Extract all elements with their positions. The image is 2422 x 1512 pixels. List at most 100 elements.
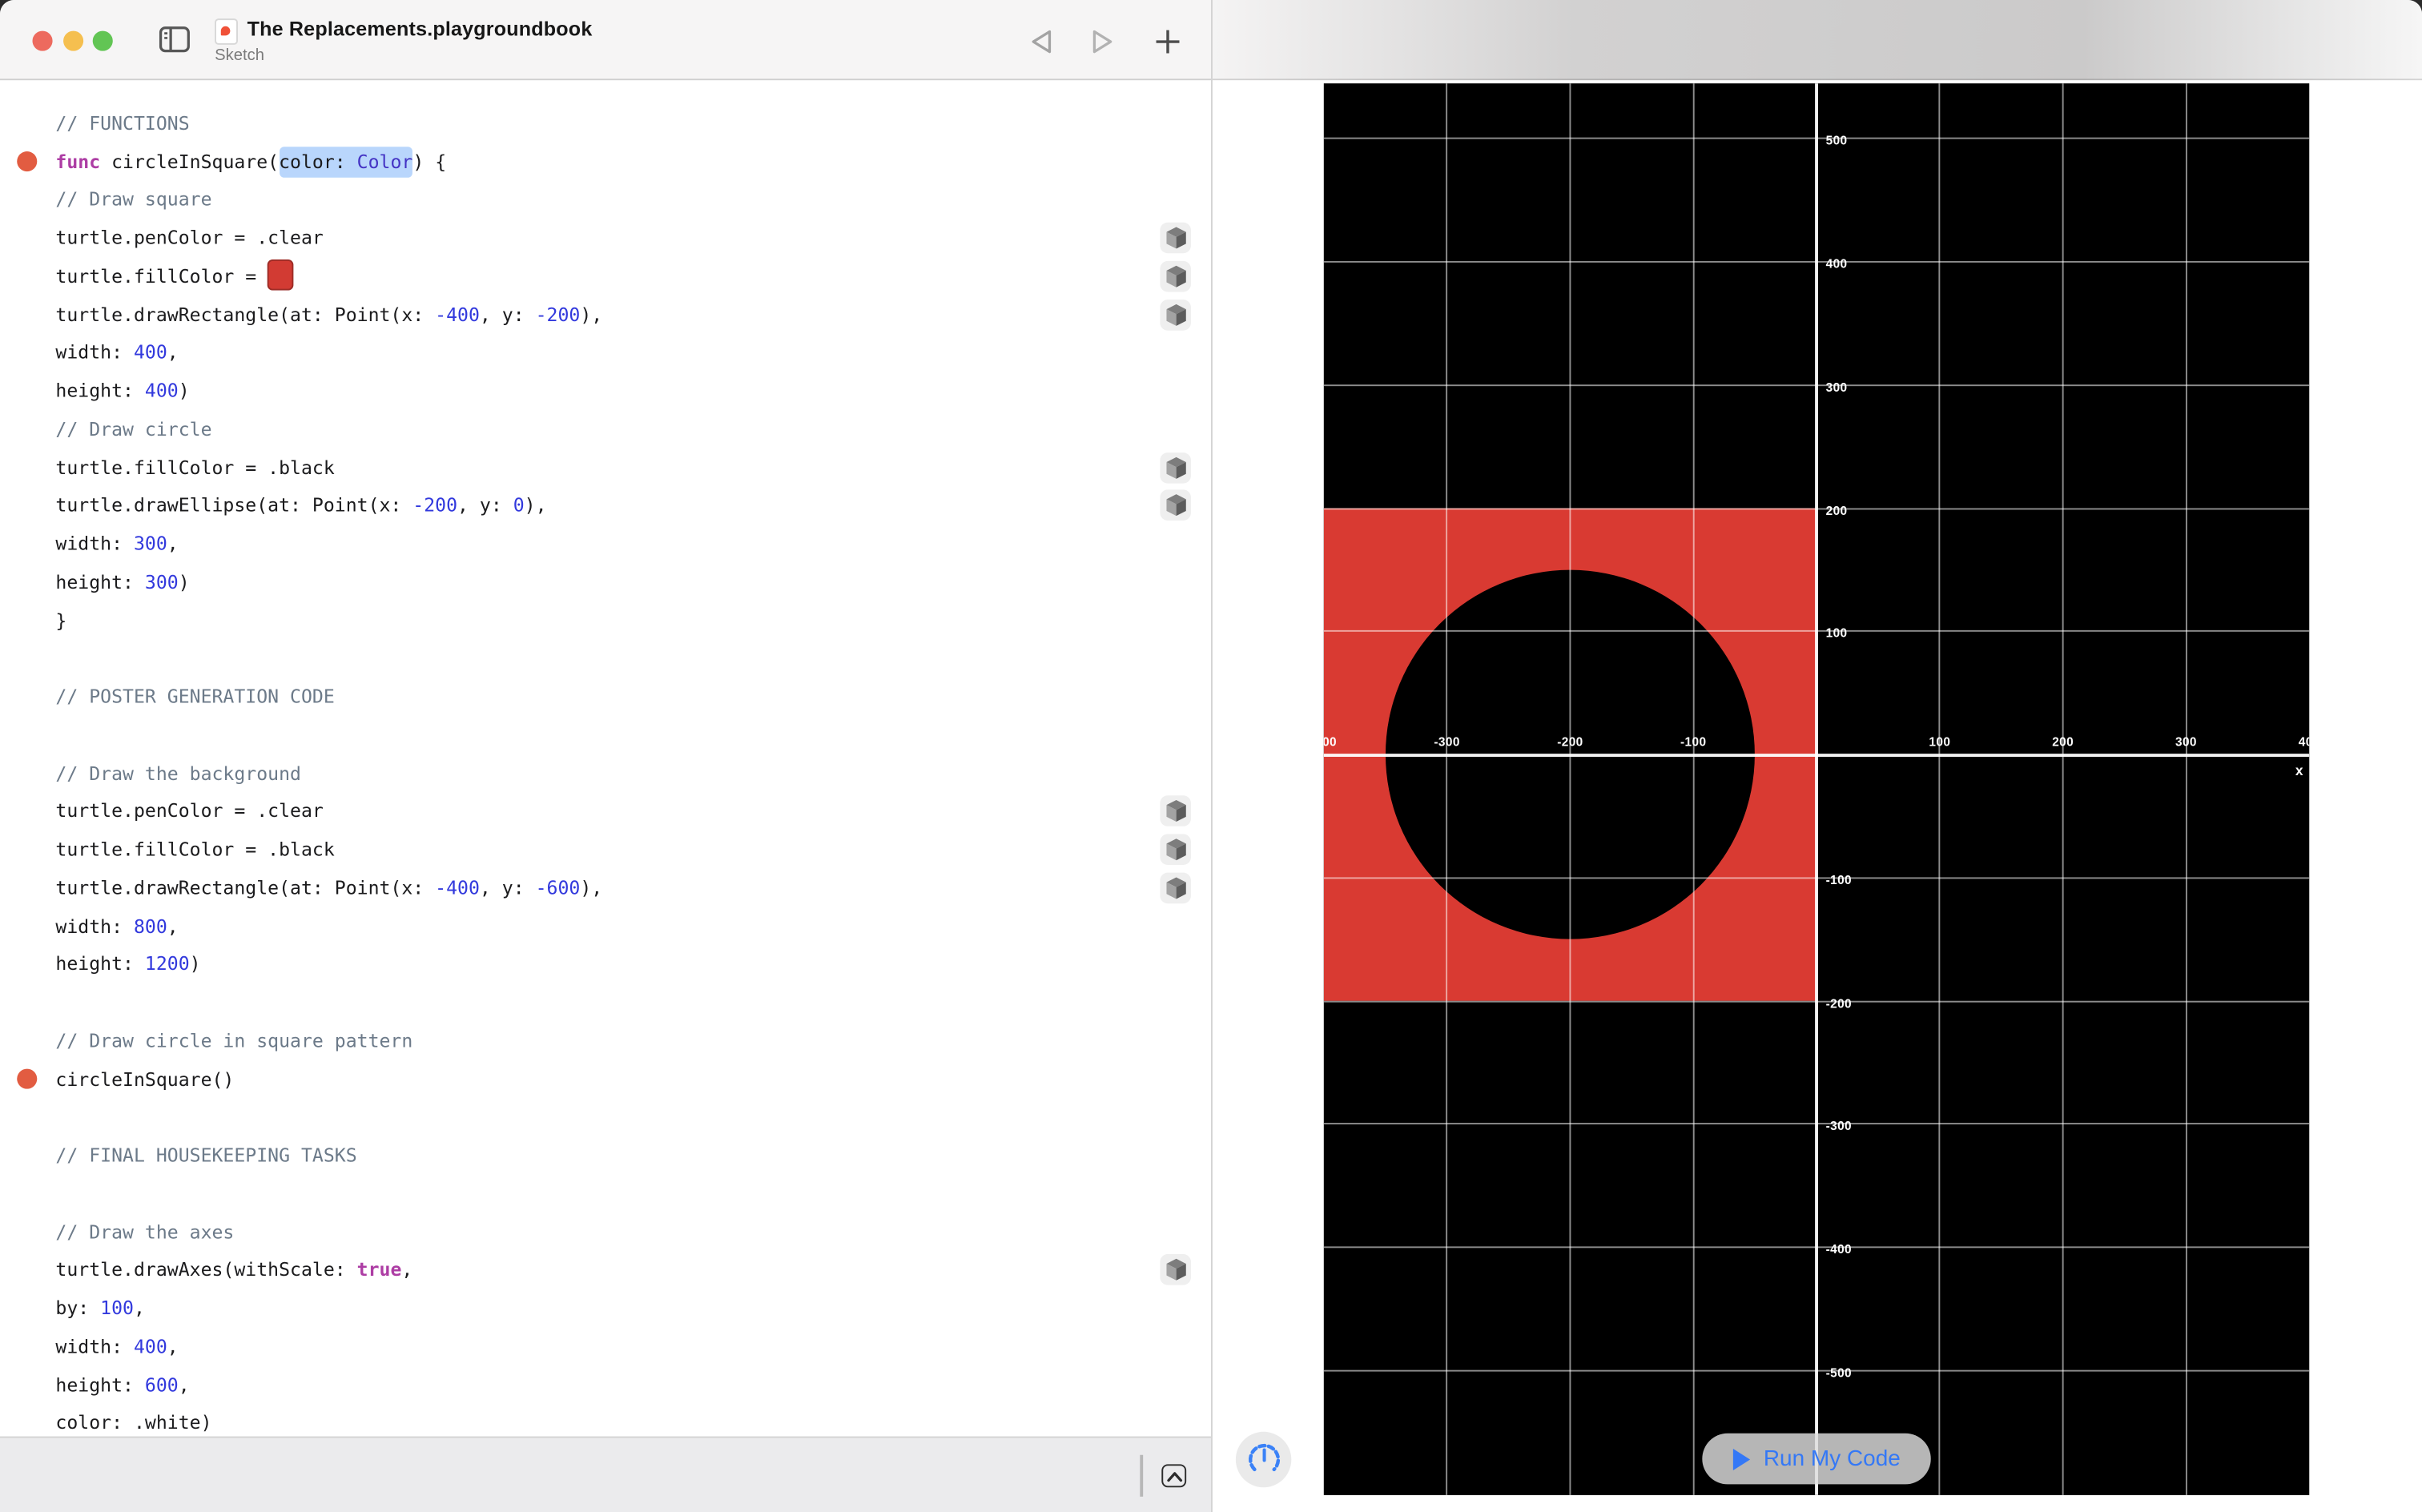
show-result-button[interactable] xyxy=(1160,490,1191,521)
y-scale-label: 300 xyxy=(1825,380,1848,395)
code-token: height: xyxy=(55,953,145,975)
code-token: 1200 xyxy=(144,953,190,975)
code-line[interactable] xyxy=(0,1098,1211,1136)
code-token: -200 xyxy=(535,304,581,326)
code-token: , xyxy=(167,342,179,364)
code-line[interactable]: width: 400, xyxy=(0,1328,1211,1366)
code-token: turtle.fillColor = .black xyxy=(55,456,335,479)
code-token: color: .white) xyxy=(55,1412,212,1434)
code-line[interactable]: turtle.penColor = .clear xyxy=(0,219,1211,258)
x-axis-name-label: x xyxy=(2295,762,2303,778)
show-result-button[interactable] xyxy=(1160,260,1191,292)
editor-bottom-bar xyxy=(0,1436,1212,1512)
playgrounds-window: The Replacements.playgroundbook Sketch /… xyxy=(0,0,2422,1512)
sidebar-toggle-icon[interactable] xyxy=(159,26,191,53)
code-token: turtle.drawAxes(withScale: xyxy=(55,1259,357,1281)
code-line[interactable]: // Draw the axes xyxy=(0,1213,1211,1252)
gridline xyxy=(1569,83,1571,1495)
code-token: , y: xyxy=(479,304,536,326)
code-line[interactable]: func circleInSquare(color: Color) { xyxy=(0,143,1211,181)
code-line[interactable]: turtle.fillColor = .black xyxy=(0,830,1211,869)
show-result-button[interactable] xyxy=(1160,1254,1191,1286)
code-line[interactable] xyxy=(0,1175,1211,1213)
code-token: ) xyxy=(178,571,190,593)
code-line[interactable]: // FINAL HOUSEKEEPING TASKS xyxy=(0,1136,1211,1175)
code-line[interactable]: // Draw circle in square pattern xyxy=(0,1022,1211,1060)
close-button[interactable] xyxy=(32,30,53,50)
code-line[interactable]: width: 400, xyxy=(0,334,1211,372)
code-token: 0 xyxy=(513,495,525,517)
x-scale-label: 400 xyxy=(2298,735,2309,750)
color-swatch-red[interactable] xyxy=(268,259,294,291)
code-line[interactable] xyxy=(0,983,1211,1022)
code-token: // Draw circle xyxy=(55,418,212,440)
code-token: ) xyxy=(178,380,190,402)
show-result-button[interactable] xyxy=(1160,223,1191,254)
code-line[interactable]: // FUNCTIONS xyxy=(0,104,1211,143)
code-line[interactable]: turtle.drawRectangle(at: Point(x: -400, … xyxy=(0,869,1211,907)
cube-icon xyxy=(1165,456,1185,479)
code-token: Color xyxy=(356,151,413,173)
code-editor[interactable]: // FUNCTIONS func circleInSquare(color: C… xyxy=(0,80,1212,1437)
code-line[interactable]: height: 400) xyxy=(0,372,1211,410)
minimize-button[interactable] xyxy=(62,30,83,50)
code-line[interactable]: turtle.fillColor = xyxy=(0,257,1211,296)
code-token: -200 xyxy=(412,495,458,517)
code-token: turtle.fillColor = xyxy=(55,265,268,288)
forward-icon[interactable] xyxy=(1086,25,1120,58)
cube-icon xyxy=(1165,1259,1185,1281)
drawing-canvas: 500 400 300 200 100 -100 -200 -300 -400 -500 -400 -… xyxy=(1323,83,2310,1495)
code-line[interactable]: width: 300, xyxy=(0,525,1211,563)
zoom-button[interactable] xyxy=(92,30,113,50)
code-line[interactable]: width: 800, xyxy=(0,907,1211,946)
code-token: , xyxy=(401,1259,413,1281)
code-line[interactable]: height: 600, xyxy=(0,1366,1211,1405)
selection-highlight: color: Color xyxy=(279,146,413,178)
code-line[interactable]: color: .white) xyxy=(0,1404,1211,1436)
code-token: turtle.fillColor = .black xyxy=(55,838,335,861)
show-result-button[interactable] xyxy=(1160,796,1191,827)
code-line[interactable]: turtle.drawRectangle(at: Point(x: -400, … xyxy=(0,296,1211,334)
code-line[interactable]: turtle.drawAxes(withScale: true, xyxy=(0,1251,1211,1289)
code-token: ), xyxy=(580,304,603,326)
gridline xyxy=(1938,83,1941,1495)
code-line[interactable]: // Draw circle xyxy=(0,410,1211,448)
code-line[interactable] xyxy=(0,640,1211,678)
code-token: , xyxy=(178,1373,190,1396)
code-line[interactable]: } xyxy=(0,601,1211,640)
show-result-button[interactable] xyxy=(1160,299,1191,331)
add-icon[interactable] xyxy=(1151,25,1185,58)
code-token: // FUNCTIONS xyxy=(55,112,190,135)
code-token: -600 xyxy=(535,877,581,899)
code-line[interactable]: height: 300) xyxy=(0,563,1211,601)
y-scale-label: -300 xyxy=(1825,1119,1853,1134)
code-token: 800 xyxy=(133,915,167,938)
code-token: -400 xyxy=(435,304,480,326)
code-line[interactable]: // Draw the background xyxy=(0,754,1211,793)
x-scale-label: 100 xyxy=(1929,735,1951,750)
back-icon[interactable] xyxy=(1024,25,1058,58)
code-token: func xyxy=(55,151,101,173)
code-line[interactable]: // Draw square xyxy=(0,181,1211,219)
code-line[interactable]: turtle.penColor = .clear xyxy=(0,793,1211,831)
show-result-button[interactable] xyxy=(1160,872,1191,904)
code-line[interactable]: circleInSquare() xyxy=(0,1060,1211,1099)
code-token: circleInSquare( xyxy=(100,151,280,173)
expand-console-button[interactable] xyxy=(1161,1464,1187,1488)
code-line[interactable] xyxy=(0,716,1211,754)
run-my-code-button[interactable]: Run My Code xyxy=(1702,1433,1931,1485)
code-line[interactable]: by: 100, xyxy=(0,1289,1211,1328)
run-speed-gauge-button[interactable] xyxy=(1235,1431,1292,1488)
code-line[interactable]: turtle.fillColor = .black xyxy=(0,448,1211,487)
show-result-button[interactable] xyxy=(1160,452,1191,484)
code-line[interactable]: turtle.drawEllipse(at: Point(x: -200, y:… xyxy=(0,487,1211,525)
play-icon xyxy=(1732,1448,1750,1470)
code-line[interactable]: height: 1200) xyxy=(0,945,1211,983)
code-line[interactable]: // POSTER GENERATION CODE xyxy=(0,678,1211,716)
code-token: ) xyxy=(189,953,201,975)
cube-icon xyxy=(1165,265,1185,288)
cube-icon xyxy=(1165,800,1185,822)
show-result-button[interactable] xyxy=(1160,834,1191,866)
code-token: width: xyxy=(55,342,134,364)
code-token: 300 xyxy=(133,533,167,555)
